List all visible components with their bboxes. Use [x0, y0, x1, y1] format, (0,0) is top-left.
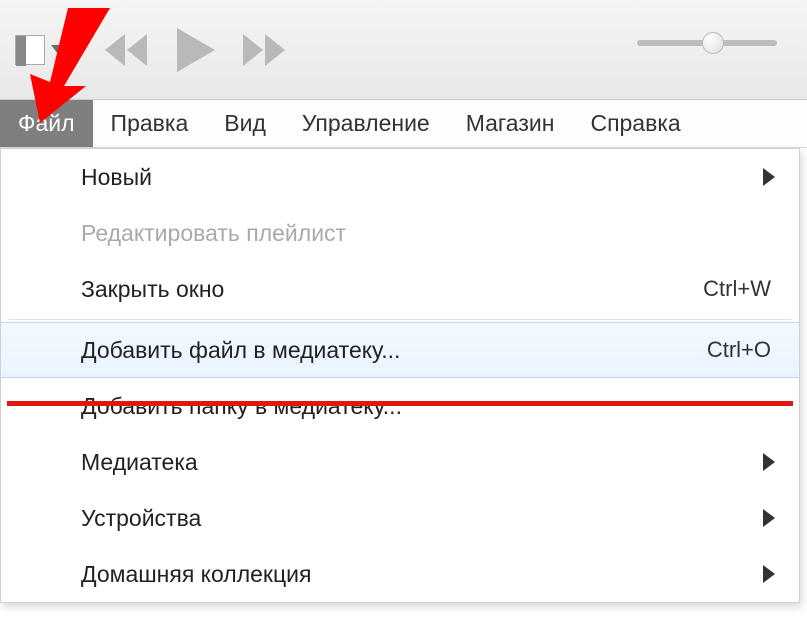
- menu-help[interactable]: Справка: [572, 100, 698, 147]
- playback-toolbar: [0, 0, 807, 100]
- volume-track: [637, 40, 777, 46]
- chevron-right-icon: [763, 168, 775, 186]
- menu-item-close-window[interactable]: Закрыть окно Ctrl+W: [1, 261, 799, 317]
- menubar: Файл Правка Вид Управление Магазин Справ…: [0, 100, 807, 148]
- volume-slider[interactable]: [637, 40, 777, 46]
- chevron-right-icon: [763, 565, 775, 583]
- menu-separator: [9, 319, 791, 320]
- menu-item-add-folder[interactable]: Добавить папку в медиатеку...: [1, 378, 799, 434]
- menu-controls[interactable]: Управление: [284, 100, 448, 147]
- next-track-button[interactable]: [243, 34, 287, 66]
- file-menu-dropdown: Новый Редактировать плейлист Закрыть окн…: [0, 148, 800, 603]
- menu-item-new[interactable]: Новый: [1, 149, 799, 205]
- menu-item-library[interactable]: Медиатека: [1, 434, 799, 490]
- menu-item-edit-playlist: Редактировать плейлист: [1, 205, 799, 261]
- chevron-down-icon[interactable]: [51, 45, 65, 55]
- chevron-right-icon: [763, 453, 775, 471]
- menu-item-add-file[interactable]: Добавить файл в медиатеку... Ctrl+O: [1, 322, 799, 378]
- previous-track-button[interactable]: [105, 34, 149, 66]
- menu-item-home-sharing[interactable]: Домашняя коллекция: [1, 546, 799, 602]
- shortcut-label: Ctrl+W: [703, 276, 771, 302]
- menu-edit[interactable]: Правка: [93, 100, 207, 147]
- library-icon[interactable]: [15, 35, 45, 65]
- playback-controls: [105, 28, 287, 72]
- menu-store[interactable]: Магазин: [448, 100, 573, 147]
- shortcut-label: Ctrl+O: [707, 337, 771, 363]
- annotation-underline: [7, 401, 793, 406]
- menu-file[interactable]: Файл: [0, 100, 93, 147]
- volume-thumb[interactable]: [702, 32, 724, 54]
- menu-item-devices[interactable]: Устройства: [1, 490, 799, 546]
- chevron-right-icon: [763, 509, 775, 527]
- play-button[interactable]: [177, 28, 215, 72]
- menu-view[interactable]: Вид: [206, 100, 284, 147]
